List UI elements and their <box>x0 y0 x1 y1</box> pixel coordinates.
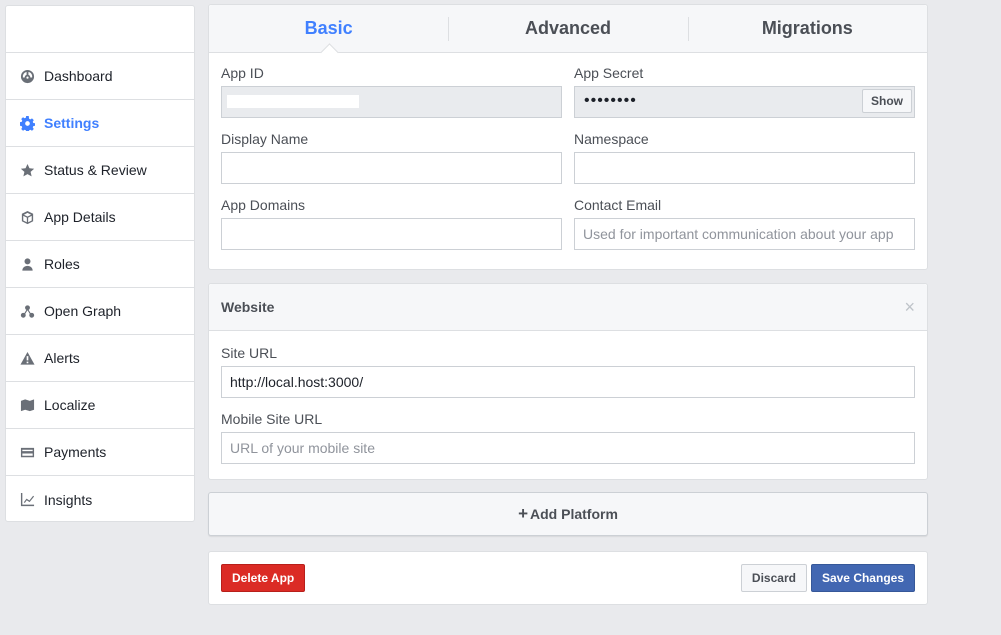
site-url-input[interactable] <box>221 366 915 398</box>
app-secret-wrapper: •••••••• Show <box>574 86 915 118</box>
mobile-site-url-label: Mobile Site URL <box>221 411 323 427</box>
website-panel: Website × Site URL Mobile Site URL <box>208 283 928 480</box>
sidebar: Dashboard Settings Status & Review App D… <box>5 5 195 522</box>
namespace-input[interactable] <box>574 152 915 184</box>
sidebar-item-open-graph[interactable]: Open Graph <box>6 288 194 335</box>
cube-icon <box>19 209 35 225</box>
show-secret-button[interactable]: Show <box>862 89 912 113</box>
site-url-label: Site URL <box>221 345 278 361</box>
settings-tabs: Basic Advanced Migrations <box>209 5 927 53</box>
website-body: Site URL Mobile Site URL <box>209 331 927 464</box>
app-domains-input[interactable] <box>221 218 562 250</box>
sidebar-item-settings[interactable]: Settings <box>6 100 194 147</box>
tab-migrations[interactable]: Migrations <box>687 5 927 52</box>
basic-fields: App ID App Secret •••••••• Show Display … <box>209 53 927 263</box>
sidebar-item-roles[interactable]: Roles <box>6 241 194 288</box>
sidebar-item-status-review[interactable]: Status & Review <box>6 147 194 194</box>
app-id-redaction <box>227 95 359 108</box>
gear-icon <box>19 115 35 131</box>
sidebar-item-label: Payments <box>44 444 107 460</box>
sidebar-item-app-details[interactable]: App Details <box>6 194 194 241</box>
mobile-site-url-input[interactable] <box>221 432 915 464</box>
actions-bar: Delete App Discard Save Changes <box>208 551 928 605</box>
warning-icon <box>19 350 35 366</box>
app-secret-field: App Secret •••••••• Show <box>574 65 915 118</box>
person-icon <box>19 256 35 272</box>
sidebar-item-label: Insights <box>44 491 93 508</box>
sidebar-item-label: Localize <box>44 397 96 413</box>
display-name-input[interactable] <box>221 152 562 184</box>
contact-email-field: Contact Email <box>574 197 915 250</box>
display-name-label: Display Name <box>221 131 309 147</box>
app-id-wrapper <box>221 86 562 118</box>
plus-icon: + <box>518 504 529 523</box>
tab-advanced[interactable]: Advanced <box>448 5 687 52</box>
sidebar-item-localize[interactable]: Localize <box>6 382 194 429</box>
sidebar-item-label: Open Graph <box>44 303 122 319</box>
sidebar-header <box>6 6 194 53</box>
tab-basic[interactable]: Basic <box>209 5 448 52</box>
sidebar-item-alerts[interactable]: Alerts <box>6 335 194 382</box>
graph-nodes-icon <box>19 303 35 319</box>
delete-app-button[interactable]: Delete App <box>221 564 306 592</box>
display-name-field: Display Name <box>221 131 562 184</box>
sidebar-item-label: App Details <box>44 209 116 225</box>
star-icon <box>19 162 35 178</box>
app-id-label: App ID <box>221 65 264 81</box>
save-changes-button[interactable]: Save Changes <box>810 564 915 592</box>
sidebar-item-label: Settings <box>44 115 100 131</box>
sidebar-item-label: Alerts <box>44 350 80 366</box>
line-chart-icon <box>19 492 35 508</box>
app-domains-label: App Domains <box>221 197 306 213</box>
close-icon[interactable]: × <box>904 298 915 316</box>
contact-email-input[interactable] <box>574 218 915 250</box>
basic-settings-panel: Basic Advanced Migrations App ID App Sec… <box>208 4 928 270</box>
sidebar-item-payments[interactable]: Payments <box>6 429 194 476</box>
add-platform-button[interactable]: + Add Platform <box>208 492 928 536</box>
sidebar-item-label: Roles <box>44 256 80 272</box>
site-url-field: Site URL <box>221 345 915 398</box>
namespace-field: Namespace <box>574 131 915 184</box>
app-secret-masked: •••••••• <box>584 92 637 109</box>
sidebar-item-insights[interactable]: Insights <box>6 476 194 523</box>
contact-email-label: Contact Email <box>574 197 662 213</box>
discard-button[interactable]: Discard <box>740 564 807 592</box>
sidebar-item-dashboard[interactable]: Dashboard <box>6 53 194 100</box>
sidebar-item-label: Dashboard <box>44 68 113 84</box>
website-header: Website × <box>209 284 927 331</box>
sidebar-item-label: Status & Review <box>44 162 147 178</box>
dashboard-icon <box>19 68 35 84</box>
mobile-site-url-field: Mobile Site URL <box>221 411 915 464</box>
website-title: Website <box>221 299 275 315</box>
add-platform-label: Add Platform <box>530 506 618 522</box>
credit-card-icon <box>19 444 35 460</box>
app-logo <box>18 19 66 39</box>
flag-map-icon <box>19 397 35 413</box>
namespace-label: Namespace <box>574 131 649 147</box>
app-domains-field: App Domains <box>221 197 562 250</box>
app-id-field: App ID <box>221 65 562 118</box>
app-secret-label: App Secret <box>574 65 644 81</box>
